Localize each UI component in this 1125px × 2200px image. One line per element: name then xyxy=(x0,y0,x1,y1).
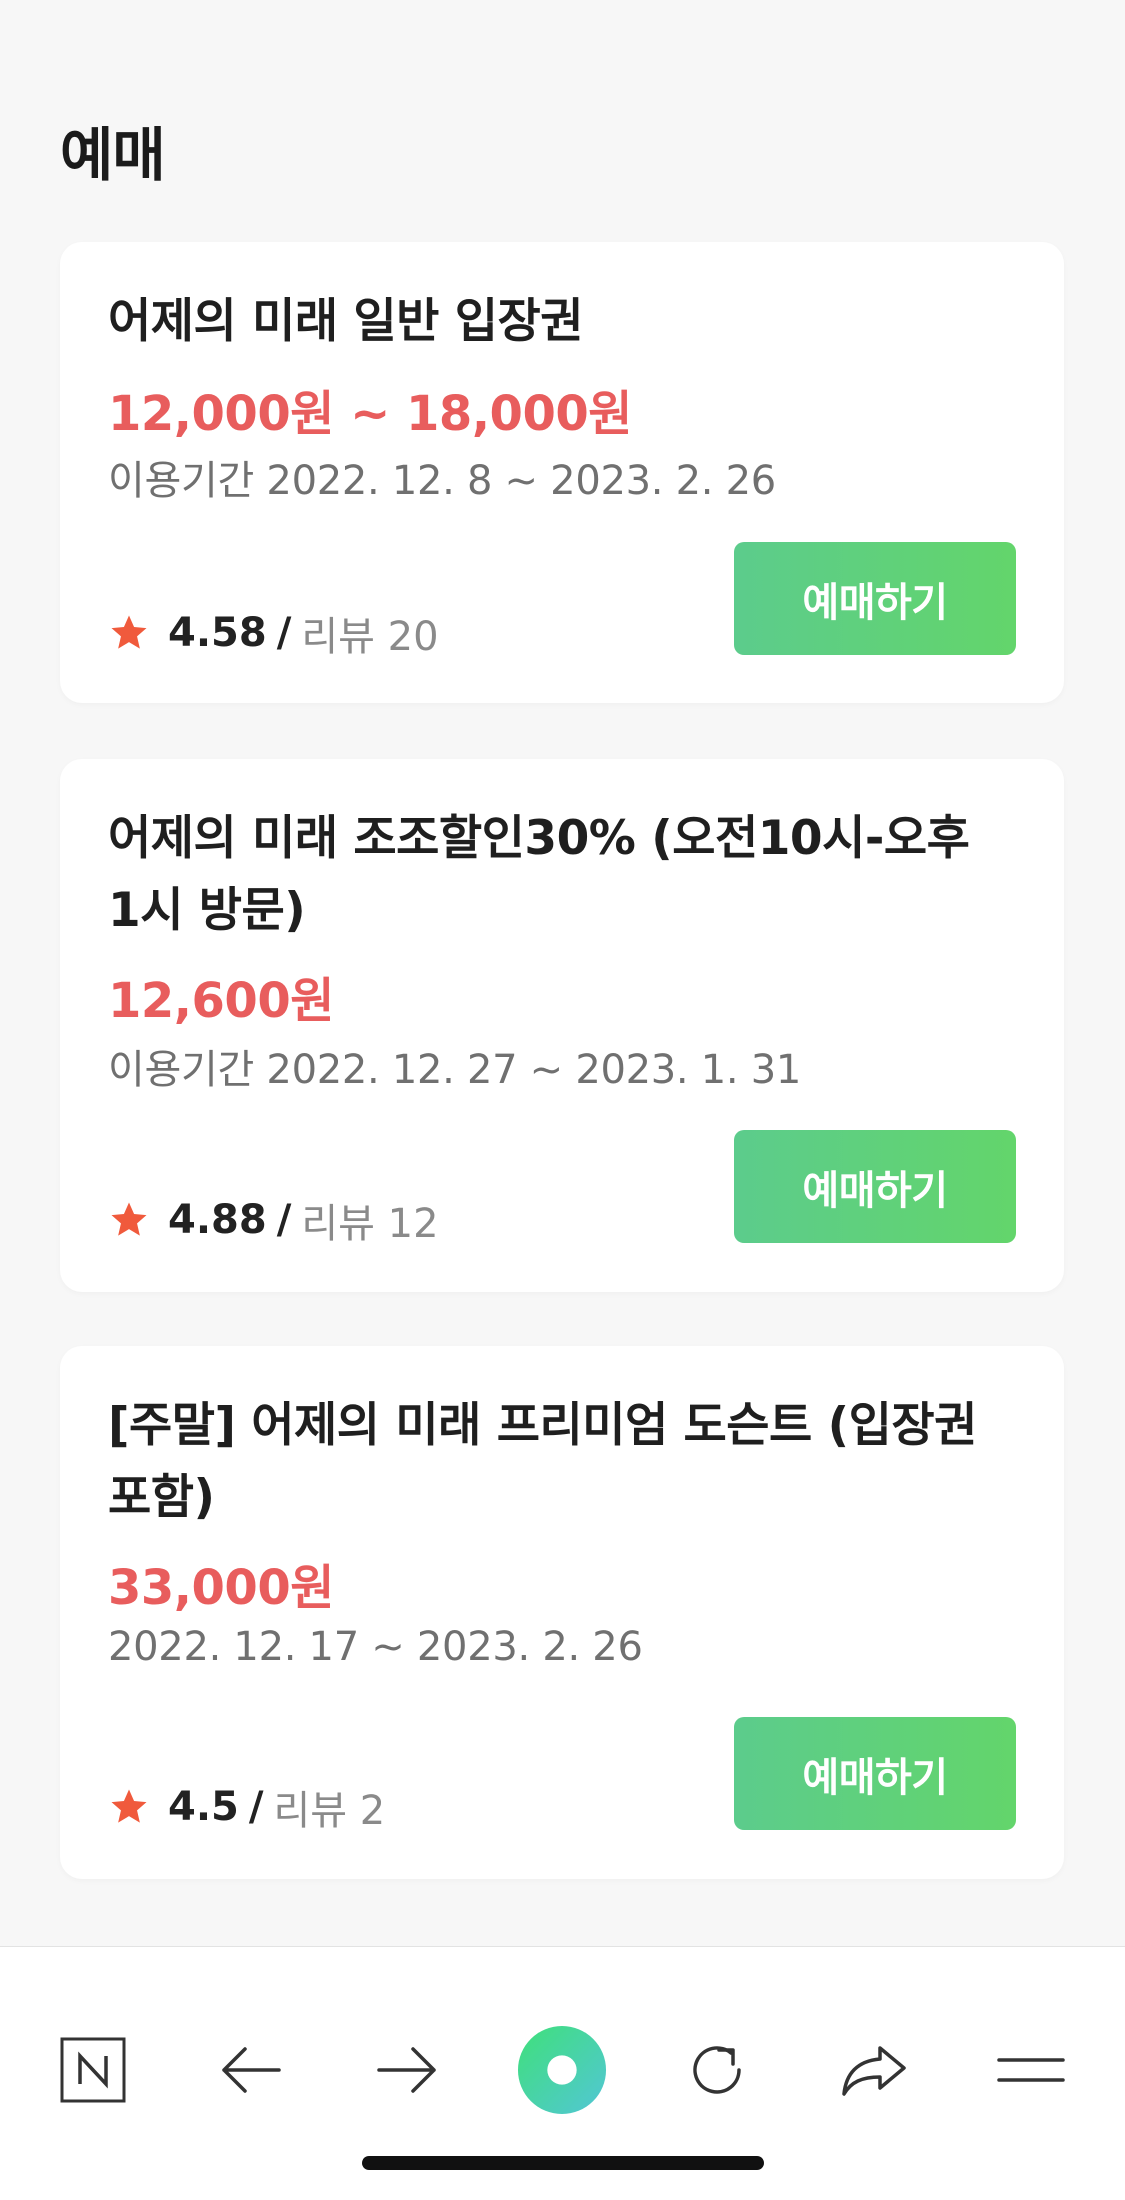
menu-icon[interactable] xyxy=(986,2025,1076,2115)
star-icon xyxy=(111,615,147,649)
rating-separator: / xyxy=(248,1784,264,1830)
home-indicator xyxy=(362,2156,764,2170)
review-count[interactable]: 리뷰 12 xyxy=(301,1191,438,1249)
ticket-title: [주말] 어제의 미래 프리미엄 도슨트 (입장권 포함) xyxy=(108,1398,977,1525)
ticket-card[interactable]: 어제의 미래 조조할인30% (오전10시-오후1시 방문) 12,600원 이… xyxy=(60,759,1064,1292)
star-icon xyxy=(111,1789,147,1823)
ticket-period: 이용기간 2022. 12. 27 ~ 2023. 1. 31 xyxy=(108,1047,802,1093)
ticket-card[interactable]: 어제의 미래 일반 입장권 12,000원 ~ 18,000원 이용기간 202… xyxy=(60,242,1064,703)
rating-score: 4.88 xyxy=(168,1197,267,1243)
forward-arrow-icon[interactable] xyxy=(362,2025,452,2115)
refresh-icon[interactable] xyxy=(672,2025,762,2115)
rating: 4.88 / 리뷰 12 xyxy=(108,1191,439,1249)
ticket-card[interactable]: [주말] 어제의 미래 프리미엄 도슨트 (입장권 포함) 33,000원 20… xyxy=(60,1346,1064,1879)
star-icon xyxy=(111,1202,147,1236)
rating-score: 4.5 xyxy=(168,1784,239,1830)
ticket-title: 어제의 미래 조조할인30% (오전10시-오후1시 방문) xyxy=(108,811,970,938)
rating: 4.58 / 리뷰 20 xyxy=(108,604,439,662)
back-arrow-icon[interactable] xyxy=(206,2025,296,2115)
ticket-period: 2022. 12. 17 ~ 2023. 2. 26 xyxy=(108,1624,643,1670)
ticket-title: 어제의 미래 일반 입장권 xyxy=(108,294,584,349)
rating-separator: / xyxy=(276,610,292,656)
rating-score: 4.58 xyxy=(168,610,267,656)
book-button[interactable]: 예매하기 xyxy=(734,1130,1016,1243)
naver-home-icon[interactable] xyxy=(48,2025,138,2115)
ticket-price: 12,600원 xyxy=(108,973,334,1029)
green-dot-icon[interactable] xyxy=(517,2025,607,2115)
ticket-period: 이용기간 2022. 12. 8 ~ 2023. 2. 26 xyxy=(108,458,776,504)
book-button[interactable]: 예매하기 xyxy=(734,1717,1016,1830)
book-button[interactable]: 예매하기 xyxy=(734,542,1016,655)
review-count[interactable]: 리뷰 20 xyxy=(301,604,438,662)
rating-separator: / xyxy=(276,1197,292,1243)
section-title: 예매 xyxy=(60,121,166,189)
ticket-price: 33,000원 xyxy=(108,1560,334,1616)
review-count[interactable]: 리뷰 2 xyxy=(273,1778,385,1836)
share-icon[interactable] xyxy=(829,2025,919,2115)
rating: 4.5 / 리뷰 2 xyxy=(108,1778,385,1836)
ticket-price: 12,000원 ~ 18,000원 xyxy=(108,386,632,442)
